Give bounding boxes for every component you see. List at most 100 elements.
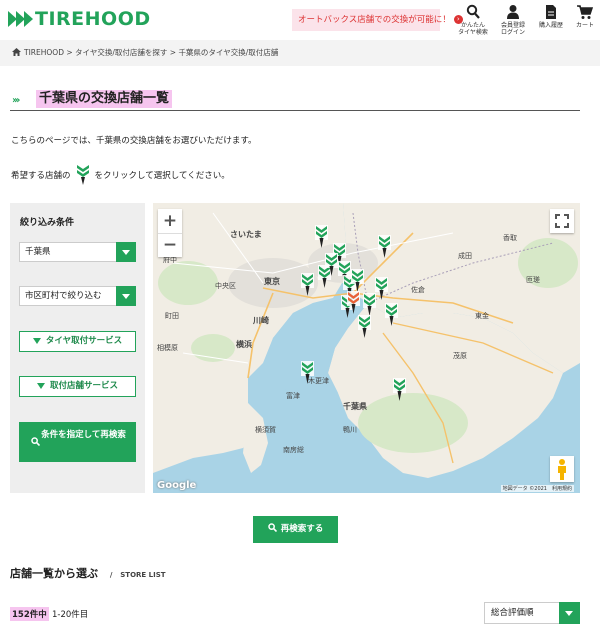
zoom-out-button[interactable]: − [158, 234, 182, 258]
map-label-chiba: 千葉県 [343, 402, 367, 411]
map-label-sakura: 佐倉 [411, 286, 425, 294]
logo-text: TIREHOOD [35, 8, 151, 30]
intro-text-after: をクリックして選択してください。 [94, 171, 230, 181]
nav-label: タイヤ検索 [458, 29, 488, 36]
nav-label: 購入履歴 [538, 22, 563, 29]
shop-service-label: 取付店舗サービス [49, 381, 118, 391]
map-label-chuo: 中央区 [215, 282, 236, 290]
funnel-icon [36, 382, 45, 389]
nav-cart[interactable]: カート [572, 4, 598, 29]
nav-label: 会員登録 [500, 22, 525, 29]
research-label: 再検索する [280, 524, 324, 534]
nav-label: かんたん [460, 22, 485, 29]
filter-search-label: 条件を指定して再検索 [41, 430, 126, 440]
chevron-down-icon[interactable] [559, 602, 580, 624]
map-label-machida: 町田 [165, 312, 179, 320]
intro-instruction: 希望する店舗の をクリックして選択してください。 [11, 164, 230, 186]
store-pin-icon[interactable] [301, 361, 314, 385]
store-pin-icon[interactable] [385, 303, 398, 327]
document-icon [546, 5, 556, 19]
sort-select[interactable]: 総合評価順 [484, 602, 580, 624]
filter-search-button[interactable]: 条件を指定して再検索 [19, 422, 136, 462]
nav-label: ログイン [500, 29, 525, 36]
breadcrumb-item[interactable]: TIREHOOD [24, 48, 64, 57]
store-pin-icon [75, 164, 90, 185]
store-pin-icon[interactable] [325, 253, 338, 277]
nav-login[interactable]: 会員登録 ログイン [498, 4, 528, 36]
nav-tire-search[interactable]: かんたん タイヤ検索 [456, 4, 490, 36]
chevron-triple-icon: ››› [12, 95, 21, 106]
store-pin-icon[interactable] [378, 235, 391, 259]
result-range: 1-20件目 [52, 610, 89, 620]
intro-text-before: 希望する店舗の [11, 171, 71, 181]
prefecture-select[interactable]: 千葉県 [19, 242, 136, 262]
store-list-separator: / [109, 571, 113, 579]
funnel-icon [32, 337, 41, 344]
store-pin-icon[interactable] [301, 273, 314, 297]
store-pin-icon[interactable] [351, 269, 364, 293]
zoom-in-button[interactable]: + [158, 209, 182, 234]
map-label-tokyo: 東京 [264, 277, 280, 286]
store-list-subtitle: STORE LIST [120, 571, 166, 579]
map-label-kawasaki: 川崎 [253, 316, 269, 325]
breadcrumb: TIREHOOD > タイヤ交換/取付店舗を探す > 千葉県のタイヤ交換/取付店… [0, 40, 600, 66]
store-pin-icon[interactable] [358, 315, 371, 339]
map-label-saitama: さいたま [230, 230, 262, 239]
tire-service-filter-button[interactable]: タイヤ取付サービス [19, 331, 136, 352]
store-pin-icon[interactable] [347, 291, 360, 315]
city-select[interactable]: 市区町村で絞り込む [19, 286, 136, 306]
store-pin-icon[interactable] [375, 277, 388, 301]
map-label-mobara: 茂原 [453, 352, 467, 360]
search-icon [31, 437, 40, 446]
store-list-title: 店舗一覧から選ぶ [10, 567, 98, 580]
home-icon [12, 48, 21, 56]
user-icon [507, 5, 519, 19]
chevron-down-icon[interactable] [116, 286, 136, 306]
store-map[interactable]: さいたま 東京 川崎 横浜 千葉県 成田 木更津 富津 横須賀 中央区 佐倉 東… [153, 203, 580, 493]
map-label-sosa: 匝瑳 [526, 276, 540, 284]
fullscreen-button[interactable] [550, 209, 574, 233]
filter-heading: 絞り込み条件 [20, 218, 75, 228]
chevron-down-icon[interactable] [116, 242, 136, 262]
breadcrumb-item[interactable]: タイヤ交換/取付店舗を探す [75, 48, 167, 57]
store-pin-icon[interactable] [315, 225, 328, 249]
google-logo: Google [157, 480, 197, 491]
map-label-sagamihara: 相模原 [157, 344, 178, 352]
site-header: TIREHOOD オートバックス店舗での交換が可能に！ › かんたん タイヤ検索 … [0, 0, 600, 41]
site-logo[interactable]: TIREHOOD [8, 8, 151, 30]
store-list-heading: 店舗一覧から選ぶ / STORE LIST [10, 565, 166, 581]
fullscreen-icon [555, 214, 569, 228]
map-attribution[interactable]: 地図データ ©2021 利用規約 [500, 485, 574, 492]
map-label-katori: 香取 [503, 234, 517, 242]
filter-panel: 絞り込み条件 千葉県 市区町村で絞り込む タイヤ取付サービス 取付店舗サービス … [10, 203, 145, 493]
zoom-control: + − [158, 209, 182, 257]
nav-purchase-history[interactable]: 購入履歴 [536, 4, 566, 29]
map-canvas[interactable] [153, 203, 580, 493]
shop-service-filter-button[interactable]: 取付店舗サービス [19, 376, 136, 397]
research-button[interactable]: 再検索する [253, 516, 338, 543]
logo-chevron-icon [8, 11, 33, 27]
map-label-narita: 成田 [458, 252, 472, 260]
cart-icon [577, 5, 593, 19]
promo-banner[interactable]: オートバックス店舗での交換が可能に！ › [292, 9, 463, 31]
city-placeholder: 市区町村で絞り込む [25, 291, 102, 301]
sort-value: 総合評価順 [491, 608, 534, 618]
pegman-icon [558, 459, 566, 480]
map-label-kamogawa: 鴨川 [343, 426, 357, 434]
map-label-yokosuka: 横須賀 [255, 426, 276, 434]
search-icon [267, 523, 277, 533]
map-label-togane: 東金 [475, 312, 489, 320]
tire-service-label: タイヤ取付サービス [45, 336, 123, 346]
intro-text: こちらのページでは、千葉県の交換店舗をお選びいただけます。 [11, 136, 257, 146]
prefecture-value: 千葉県 [25, 247, 51, 257]
street-view-button[interactable] [550, 456, 574, 482]
page-title: 千葉県の交換店舗一覧 [36, 90, 173, 108]
store-pin-icon[interactable] [393, 378, 406, 402]
result-count: 152件中 [10, 607, 49, 621]
nav-label: カート [575, 22, 594, 29]
search-icon [466, 4, 480, 19]
promo-text: オートバックス店舗での交換が可能に！ [298, 15, 451, 25]
map-label-yokohama: 横浜 [236, 340, 252, 349]
breadcrumb-item-current: 千葉県のタイヤ交換/取付店舗 [178, 48, 279, 57]
page-title-bar: ››› 千葉県の交換店舗一覧 [10, 90, 580, 111]
